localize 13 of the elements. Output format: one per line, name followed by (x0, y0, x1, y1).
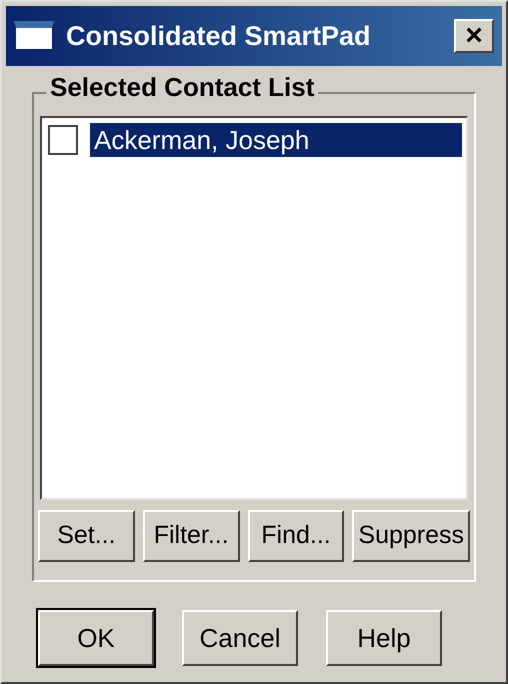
checkbox[interactable] (48, 125, 78, 155)
list-button[interactable]: Filter... (142, 510, 240, 562)
close-button[interactable]: × (454, 19, 494, 53)
dialog-button[interactable]: Help (326, 610, 442, 666)
window-title: Consolidated SmartPad (66, 20, 372, 53)
contact-item[interactable]: Ackerman, Joseph (90, 123, 462, 157)
window-icon (14, 21, 54, 51)
list-button[interactable]: Find... (248, 510, 344, 562)
contact-list[interactable]: Ackerman, Joseph (40, 116, 468, 500)
list-button[interactable]: Set... (38, 510, 135, 562)
list-button[interactable]: Suppress (352, 510, 470, 562)
dialog-button[interactable]: OK (38, 610, 154, 666)
dialog-button[interactable]: Cancel (182, 610, 298, 666)
